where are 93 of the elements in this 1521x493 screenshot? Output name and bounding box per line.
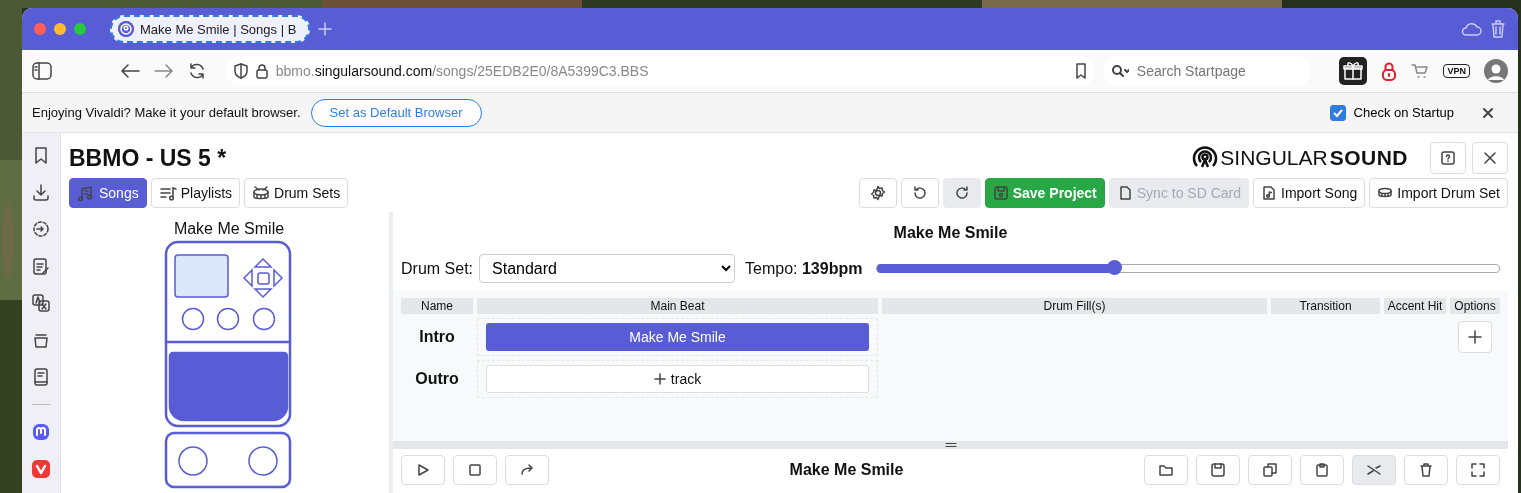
shuffle-icon [1366,462,1382,478]
download-icon [31,182,51,202]
shield-icon [233,63,248,79]
playlist-icon [158,185,177,201]
trash-icon [1490,19,1506,39]
set-default-browser-button[interactable]: Set as Default Browser [310,98,482,127]
nav-tab[interactable]: Drum Sets [244,178,349,208]
song-title: Make Me Smile [892,224,1009,242]
resize-handle[interactable] [393,441,1508,449]
panel-toggle-icon [32,62,52,80]
notes-icon [31,256,51,276]
play-icon [415,462,431,478]
toolbar-icon-button[interactable] [858,178,897,208]
editor-title: Make Me Smile [788,461,905,479]
part-name: Outro [414,369,460,389]
checkbox[interactable] [1329,104,1346,121]
plus-icon [653,373,666,385]
cloud-icon [1460,21,1482,37]
gift-icon [1339,57,1368,85]
column-header: Name [401,298,473,314]
vpn-badge[interactable]: VPN [1443,64,1470,78]
brand-logo: SINGULARSOUND [1192,145,1408,171]
copy-icon [1262,462,1278,478]
grip-icon [944,442,957,448]
pedal-song-title: Make Me Smile [173,220,285,238]
drum-icon [252,185,271,201]
toolbar-button[interactable]: Import Song [1253,178,1366,208]
expand-icon [1470,462,1486,478]
drum-set-dropdown[interactable]: Standard [479,254,735,283]
settings-icon [869,185,886,201]
chat-bubble-icon [31,422,51,442]
minimize-window-button[interactable] [54,23,66,35]
bookmark-icon [1074,63,1087,79]
close-button[interactable] [1472,142,1508,174]
search-icon [1110,64,1129,78]
redo-icon [953,185,970,201]
editor-tool-button[interactable] [1456,455,1500,485]
v-logo-icon [31,459,51,479]
help-button[interactable] [1430,142,1466,174]
toolbar-icon-button[interactable] [900,178,939,208]
lock-icon [1381,61,1398,81]
help-icon [1440,150,1456,166]
editor-tool-button[interactable] [401,455,445,485]
editor-tool-button[interactable] [1300,455,1344,485]
editor-tool-button[interactable] [1196,455,1240,485]
main-beat-button[interactable]: Make Me Smile [486,323,869,351]
music-note-icon [77,185,95,201]
add-track-button[interactable]: track [486,365,869,393]
add-option-button[interactable] [1458,321,1492,353]
reload-icon [187,62,206,80]
app-logo-icon [118,21,134,37]
notice-text: Enjoying Vivaldi? Make it your default browser. [32,105,301,120]
column-header: Transition [1271,298,1380,314]
toolbar-button[interactable]: Import Drum Set [1369,178,1508,208]
search-field[interactable]: Search Startpage [1134,62,1299,80]
reader-icon [31,367,51,387]
lock-icon [255,63,268,79]
close-icon [1483,151,1497,165]
trash-icon [1418,462,1434,478]
clipboard-icon [1314,462,1330,478]
part-name: Intro [418,327,456,347]
editor-tool-button[interactable] [1144,455,1188,485]
back-icon [119,63,140,79]
undo-icon [911,185,928,201]
column-header: Accent Hit [1384,298,1446,314]
check-on-startup-checkbox[interactable]: Check on Startup [1329,104,1454,121]
column-header: Main Beat [477,298,878,314]
forward-arrow-icon [519,462,535,478]
project-title: BBMO - US 5 * [69,144,227,172]
cart-icon [1411,63,1430,79]
plus-icon [1468,330,1482,344]
tempo-label: Tempo: 139bpm [745,259,863,278]
editor-tool-button[interactable] [1248,455,1292,485]
music-file-icon [1261,185,1278,201]
column-header: Drum Fill(s) [882,298,1267,314]
drum-set-label: Drum Set: [401,259,473,278]
stop-icon [467,462,483,478]
editor-tool-button[interactable] [453,455,497,485]
editor-tool-button[interactable] [1404,455,1448,485]
close-icon [1482,106,1494,119]
zoom-window-button[interactable] [74,23,86,35]
nav-tab[interactable]: Songs [69,178,147,208]
search-box[interactable]: Search Startpage [1102,56,1312,86]
browser-tab[interactable]: Make Me Smile | Songs | B [110,15,311,43]
forward-icon [153,63,174,79]
avatar-icon [1484,59,1508,83]
column-header: Options [1450,298,1500,314]
history-icon [31,219,51,239]
folder-icon [1158,462,1174,478]
translate-icon [31,293,51,313]
address-bar[interactable]: bbmo.singularsound.com/songs/25EDB2E0/8A5399C3.BBS [225,56,1095,86]
new-tab-icon [318,22,333,36]
nav-tab[interactable]: Playlists [150,178,241,208]
